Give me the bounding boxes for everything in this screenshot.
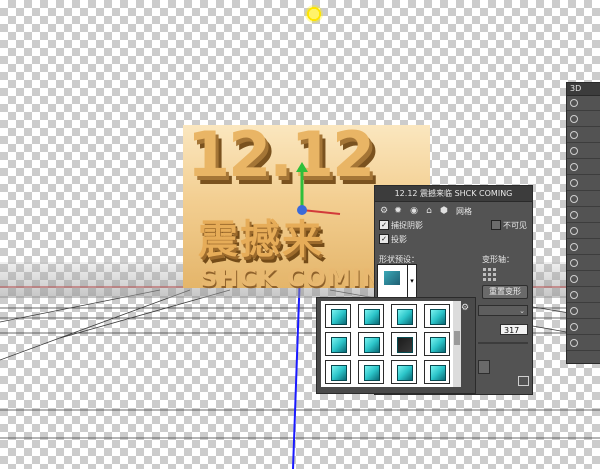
layer-row[interactable] [567, 224, 600, 239]
eye-icon[interactable] [570, 195, 578, 203]
scrollbar-thumb[interactable] [454, 331, 460, 345]
eye-icon[interactable] [570, 99, 578, 107]
cube-preset-icon [397, 309, 413, 325]
layer-row[interactable] [567, 208, 600, 223]
eye-icon[interactable] [570, 179, 578, 187]
cast-shadow-label: 投影 [391, 235, 407, 244]
layer-row[interactable] [567, 272, 600, 287]
panel-options-icon[interactable] [518, 376, 529, 386]
invisible-checkbox[interactable] [491, 220, 501, 230]
cube-preset-icon [331, 309, 347, 325]
eye-icon[interactable] [570, 131, 578, 139]
shape-preset-thumbnail[interactable] [377, 264, 409, 298]
cube-preset-icon [430, 365, 446, 381]
cube-preset-icon [364, 337, 380, 353]
deform-axis-icon[interactable] [482, 266, 496, 281]
cube-preset-icon [397, 365, 413, 381]
eye-icon[interactable] [570, 147, 578, 155]
eye-icon[interactable] [570, 275, 578, 283]
preset-option[interactable] [358, 360, 384, 384]
eye-icon[interactable] [570, 163, 578, 171]
deform-dropdown[interactable]: ⌄ [478, 305, 528, 316]
layer-row[interactable] [567, 304, 600, 319]
light-icon[interactable]: ✹ [393, 206, 403, 216]
eye-icon[interactable] [570, 211, 578, 219]
preset-option[interactable] [325, 304, 351, 328]
cube-preset-icon [364, 309, 380, 325]
eye-icon[interactable] [570, 307, 578, 315]
layer-row[interactable] [567, 320, 600, 335]
small-swatch[interactable] [478, 360, 490, 374]
cube-preset-icon [331, 337, 347, 353]
preset-option[interactable] [424, 304, 450, 328]
shape-preset-cube-icon [384, 271, 400, 285]
eye-icon[interactable] [570, 227, 578, 235]
properties-panel-title: 12.12 震撼来临 SHCK COMING [375, 186, 532, 202]
eye-icon[interactable] [570, 243, 578, 251]
eye-icon[interactable] [570, 323, 578, 331]
cube-preset-icon [430, 337, 446, 353]
layer-row[interactable] [567, 160, 600, 175]
layers-panel-header: 3D [567, 83, 600, 96]
preset-option[interactable] [391, 332, 417, 356]
layer-row[interactable] [567, 240, 600, 255]
gear-icon[interactable]: ⚙ [461, 304, 470, 313]
environment-icon[interactable]: ⌂ [424, 206, 434, 216]
eye-icon[interactable] [570, 339, 578, 347]
preset-option[interactable] [391, 360, 417, 384]
eye-icon[interactable] [570, 291, 578, 299]
invisible-label: 不可见 [503, 221, 527, 230]
preset-grid-scrollbar[interactable] [453, 301, 461, 387]
reset-deform-button[interactable]: 重置变形 [482, 285, 528, 299]
shape-preset-dropdown-icon[interactable]: ▾ [407, 264, 417, 298]
move-axis-gizmo-icon[interactable] [285, 160, 355, 220]
layer-row[interactable] [567, 288, 600, 303]
eye-icon[interactable] [570, 115, 578, 123]
layer-row[interactable] [567, 176, 600, 191]
preset-option[interactable] [325, 360, 351, 384]
layer-row[interactable] [567, 336, 600, 351]
eye-icon[interactable] [570, 259, 578, 267]
scene-icon[interactable]: ⚙ [379, 206, 389, 216]
deform-axis-label: 变形轴： [482, 255, 514, 264]
cube-preset-icon [430, 309, 446, 325]
catch-shadow-checkbox[interactable]: ✓ [379, 220, 389, 230]
cube-preset-icon [397, 337, 413, 353]
layer-row[interactable] [567, 256, 600, 271]
layer-row[interactable] [567, 128, 600, 143]
mesh-icon[interactable]: ⬢ [439, 206, 449, 216]
layer-row[interactable] [567, 192, 600, 207]
layer-row[interactable] [567, 144, 600, 159]
value-field[interactable]: 317 [500, 324, 528, 335]
preset-grid [321, 301, 453, 387]
preset-option[interactable] [325, 332, 351, 356]
preset-option[interactable] [358, 332, 384, 356]
cube-preset-icon [331, 365, 347, 381]
camera-icon[interactable]: ◉ [409, 206, 419, 216]
preset-option[interactable] [391, 304, 417, 328]
preset-option[interactable] [424, 332, 450, 356]
catch-shadow-label: 捕捉阴影 [391, 221, 423, 230]
layer-row[interactable] [567, 96, 600, 111]
cast-shadow-checkbox[interactable]: ✓ [379, 234, 389, 244]
cube-preset-icon [364, 365, 380, 381]
value-slider[interactable] [478, 342, 528, 344]
layer-row[interactable] [567, 112, 600, 127]
preset-option[interactable] [358, 304, 384, 328]
tab-mesh[interactable]: 网格 [456, 206, 472, 217]
sun-light-icon[interactable] [305, 5, 323, 23]
preset-option[interactable] [424, 360, 450, 384]
